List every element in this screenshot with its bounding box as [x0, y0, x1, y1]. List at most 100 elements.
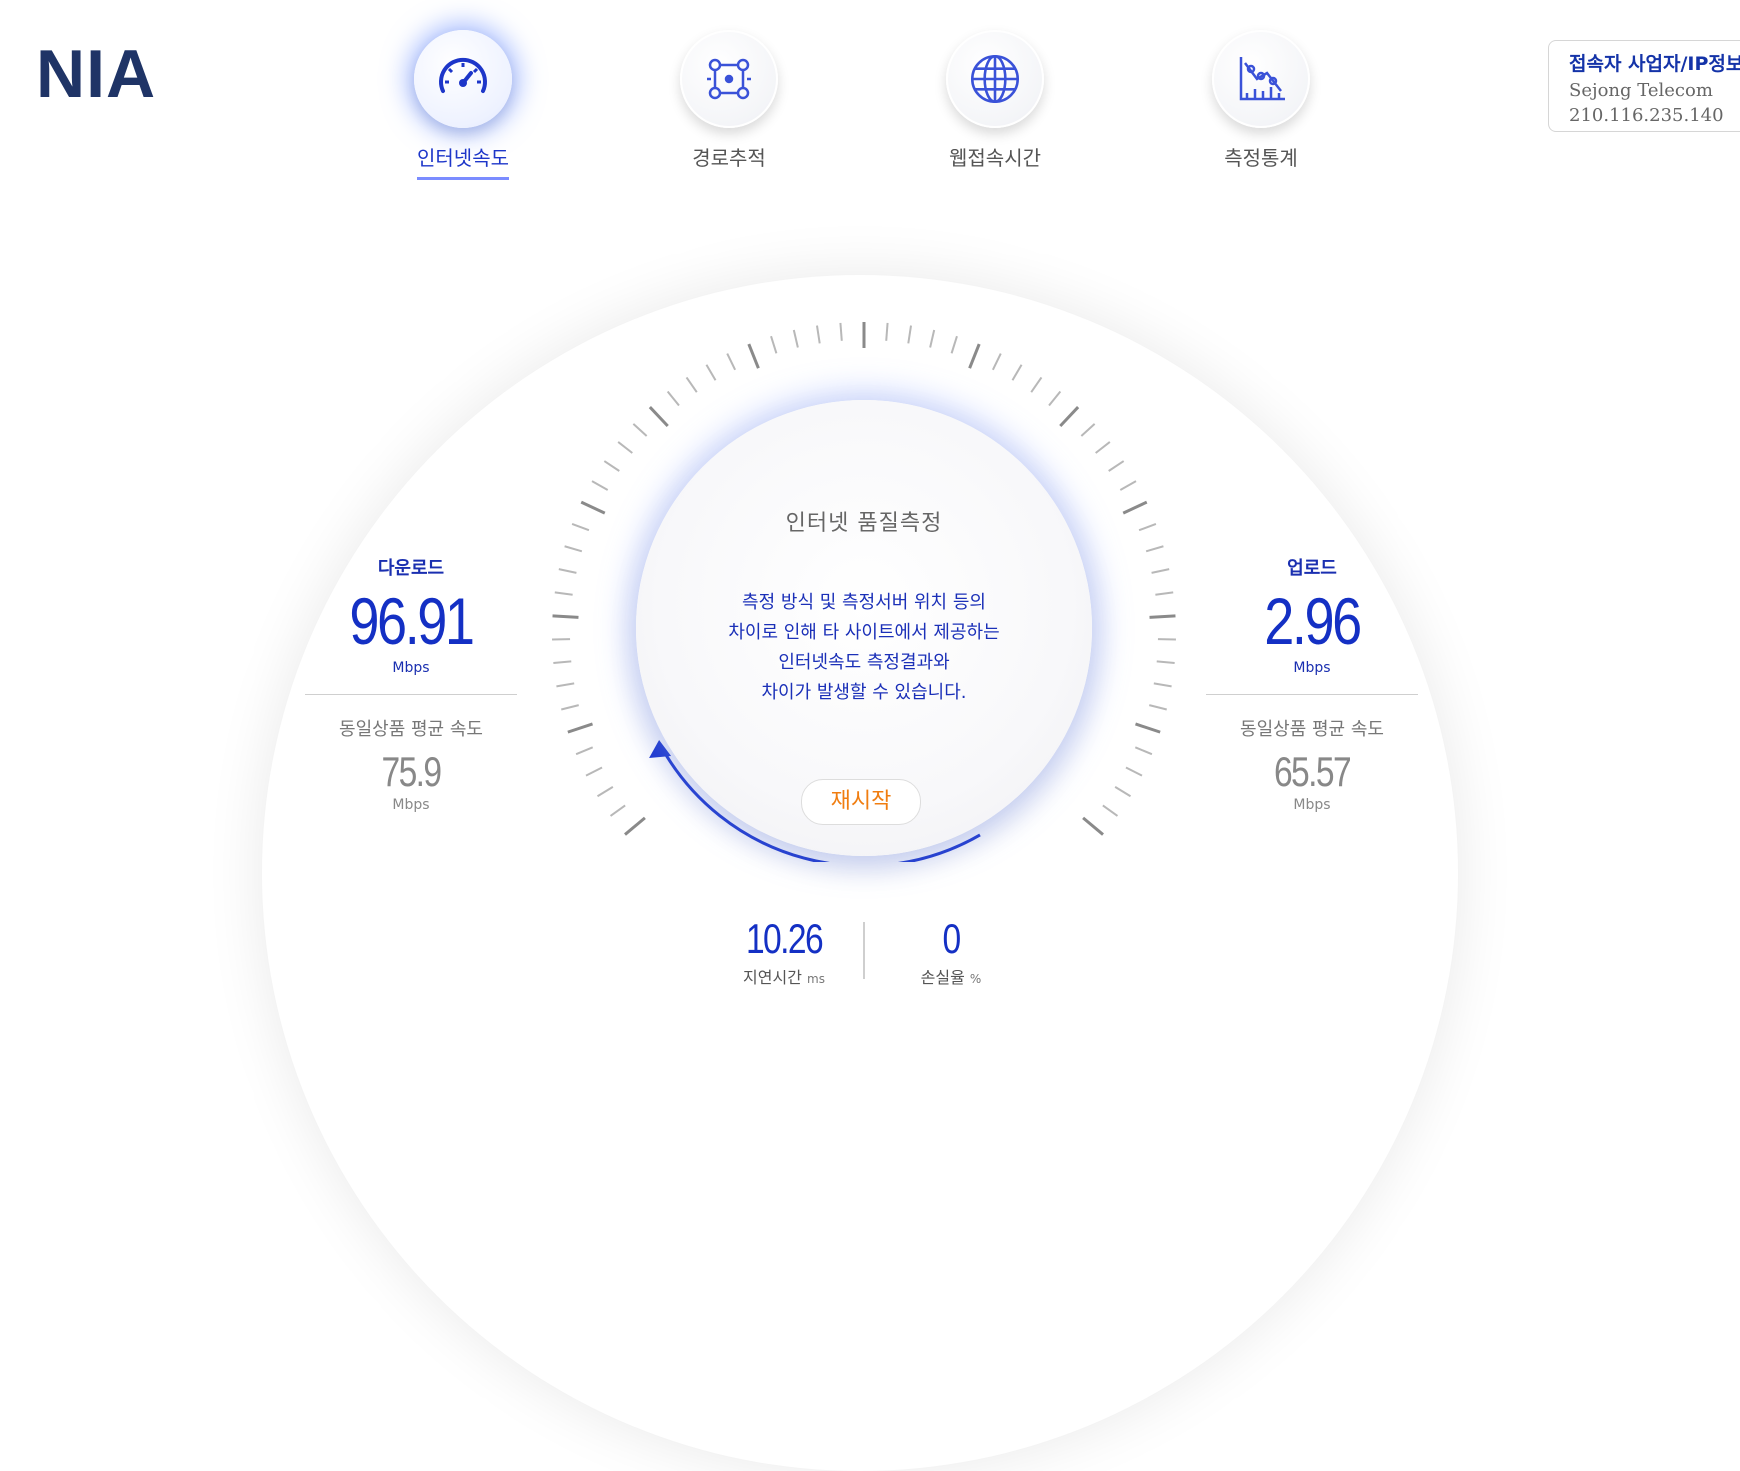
- loss-stat: 0 손실율 %: [881, 918, 1021, 988]
- nav-label: 인터넷속도: [417, 142, 509, 180]
- loss-value: 0: [895, 918, 1007, 960]
- gauge-tick: [576, 747, 593, 754]
- gauge-tick: [886, 323, 887, 341]
- gauge-tick: [1154, 683, 1172, 686]
- bottom-divider: [863, 922, 865, 979]
- gauge-tick: [794, 330, 798, 348]
- gauge-tick: [1083, 818, 1103, 835]
- notice-line: 차이로 인해 타 사이트에서 제공하는: [636, 618, 1092, 648]
- notice-line: 차이가 발생할 수 있습니다.: [636, 678, 1092, 708]
- download-title: 다운로드: [305, 554, 517, 580]
- gauge-tick: [555, 592, 573, 594]
- gauge-tick: [1135, 747, 1152, 754]
- upload-avg-unit: Mbps: [1206, 797, 1418, 813]
- download-speed-value: 96.91: [324, 588, 498, 654]
- gauge-tick: [1149, 705, 1166, 709]
- loss-unit: %: [970, 972, 981, 986]
- gauge-tick: [687, 377, 697, 392]
- latency-unit: ms: [807, 972, 825, 986]
- statistics-chart-icon: [1212, 30, 1310, 128]
- gauge-tick: [1081, 424, 1094, 436]
- gauge-tick: [952, 336, 957, 353]
- gauge-tick: [1049, 392, 1060, 406]
- notice-message: 측정 방식 및 측정서버 위치 등의 차이로 인해 타 사이트에서 제공하는 인…: [636, 588, 1092, 708]
- gauge-tick: [1103, 805, 1118, 815]
- divider: [1206, 694, 1418, 695]
- gauge-tick: [908, 326, 911, 344]
- gauge-tick: [559, 569, 577, 573]
- gauge-tick: [633, 424, 646, 436]
- download-avg-label: 동일상품 평균 속도: [305, 715, 517, 741]
- nav-web-access-time[interactable]: 웹접속시간: [910, 30, 1080, 177]
- gauge-tick: [556, 683, 574, 686]
- isp-name: Sejong Telecom: [1569, 80, 1740, 101]
- notice-line: 인터넷속도 측정결과와: [636, 648, 1092, 678]
- gauge-tick: [565, 546, 582, 551]
- gauge-tick: [1060, 407, 1078, 426]
- gauge-tick: [930, 330, 934, 348]
- latency-value: 10.26: [728, 918, 840, 960]
- upload-title: 업로드: [1206, 554, 1418, 580]
- nav-label: 웹접속시간: [949, 142, 1041, 177]
- gauge-tick: [749, 344, 759, 368]
- gauge-tick: [1152, 569, 1170, 573]
- gauge-tick: [1150, 616, 1176, 618]
- gauge-tick: [1155, 592, 1173, 594]
- nav-statistics[interactable]: 측정통계: [1176, 30, 1346, 177]
- gauge-tick: [553, 616, 579, 618]
- nav-route-trace[interactable]: 경로추적: [644, 30, 814, 177]
- gauge-tick: [568, 724, 593, 732]
- gauge-tick: [1126, 767, 1142, 775]
- gauge-tick: [668, 392, 679, 406]
- loss-label-row: 손실율 %: [881, 964, 1021, 988]
- gauge-tick: [618, 442, 632, 453]
- ip-info-title: 접속자 사업자/IP정보: [1569, 49, 1740, 76]
- restart-button[interactable]: 재시작: [801, 779, 921, 825]
- gauge-tick: [1109, 461, 1124, 471]
- gauge-tick: [706, 365, 715, 381]
- gauge-tick: [1012, 365, 1021, 381]
- nia-logo[interactable]: NIA: [36, 40, 156, 108]
- gauge-tick: [771, 336, 776, 353]
- download-unit: Mbps: [305, 660, 517, 676]
- gauge-tick: [1139, 524, 1156, 530]
- gauge-tick: [586, 767, 602, 775]
- gauge-tick: [611, 805, 626, 815]
- gauge-tick: [561, 705, 578, 709]
- gauge-tick: [553, 661, 571, 663]
- upload-avg-label: 동일상품 평균 속도: [1206, 715, 1418, 741]
- gauge-tick: [1096, 442, 1110, 453]
- nav-label: 경로추적: [692, 142, 766, 177]
- nav-internet-speed[interactable]: 인터넷속도: [378, 30, 548, 180]
- gauge-tick: [1157, 661, 1175, 663]
- gauge-tick: [592, 481, 608, 490]
- gauge-tick: [598, 787, 613, 796]
- route-trace-icon: [680, 30, 778, 128]
- gauge-tick: [1115, 787, 1130, 796]
- divider: [305, 694, 517, 695]
- gauge-tick: [993, 354, 1001, 370]
- gauge-tick: [650, 407, 668, 426]
- ip-address: 210.116.235.140: [1569, 105, 1740, 126]
- upload-avg-value: 65.57: [1227, 751, 1397, 793]
- gauge-tick: [970, 344, 980, 368]
- upload-stats: 업로드 2.96 Mbps 동일상품 평균 속도 65.57 Mbps: [1206, 554, 1418, 813]
- globe-icon: [946, 30, 1044, 128]
- gauge-tick: [1146, 546, 1163, 551]
- download-stats: 다운로드 96.91 Mbps 동일상품 평균 속도 75.9 Mbps: [305, 554, 517, 813]
- latency-stat: 10.26 지연시간 ms: [714, 918, 854, 988]
- gauge-tick: [572, 524, 589, 530]
- download-avg-unit: Mbps: [305, 797, 517, 813]
- center-title: 인터넷 품질측정: [636, 505, 1092, 537]
- notice-line: 측정 방식 및 측정서버 위치 등의: [636, 588, 1092, 618]
- gauge-tick: [1135, 724, 1160, 732]
- upload-unit: Mbps: [1206, 660, 1418, 676]
- latency-label-row: 지연시간 ms: [714, 964, 854, 988]
- download-avg-value: 75.9: [326, 751, 496, 793]
- loss-label: 손실율: [921, 968, 965, 987]
- gauge-tick: [1031, 377, 1041, 392]
- gauge-tick: [1120, 481, 1136, 490]
- speedometer-icon: [414, 30, 512, 128]
- gauge-tick: [604, 461, 619, 471]
- nav-label: 측정통계: [1224, 142, 1298, 177]
